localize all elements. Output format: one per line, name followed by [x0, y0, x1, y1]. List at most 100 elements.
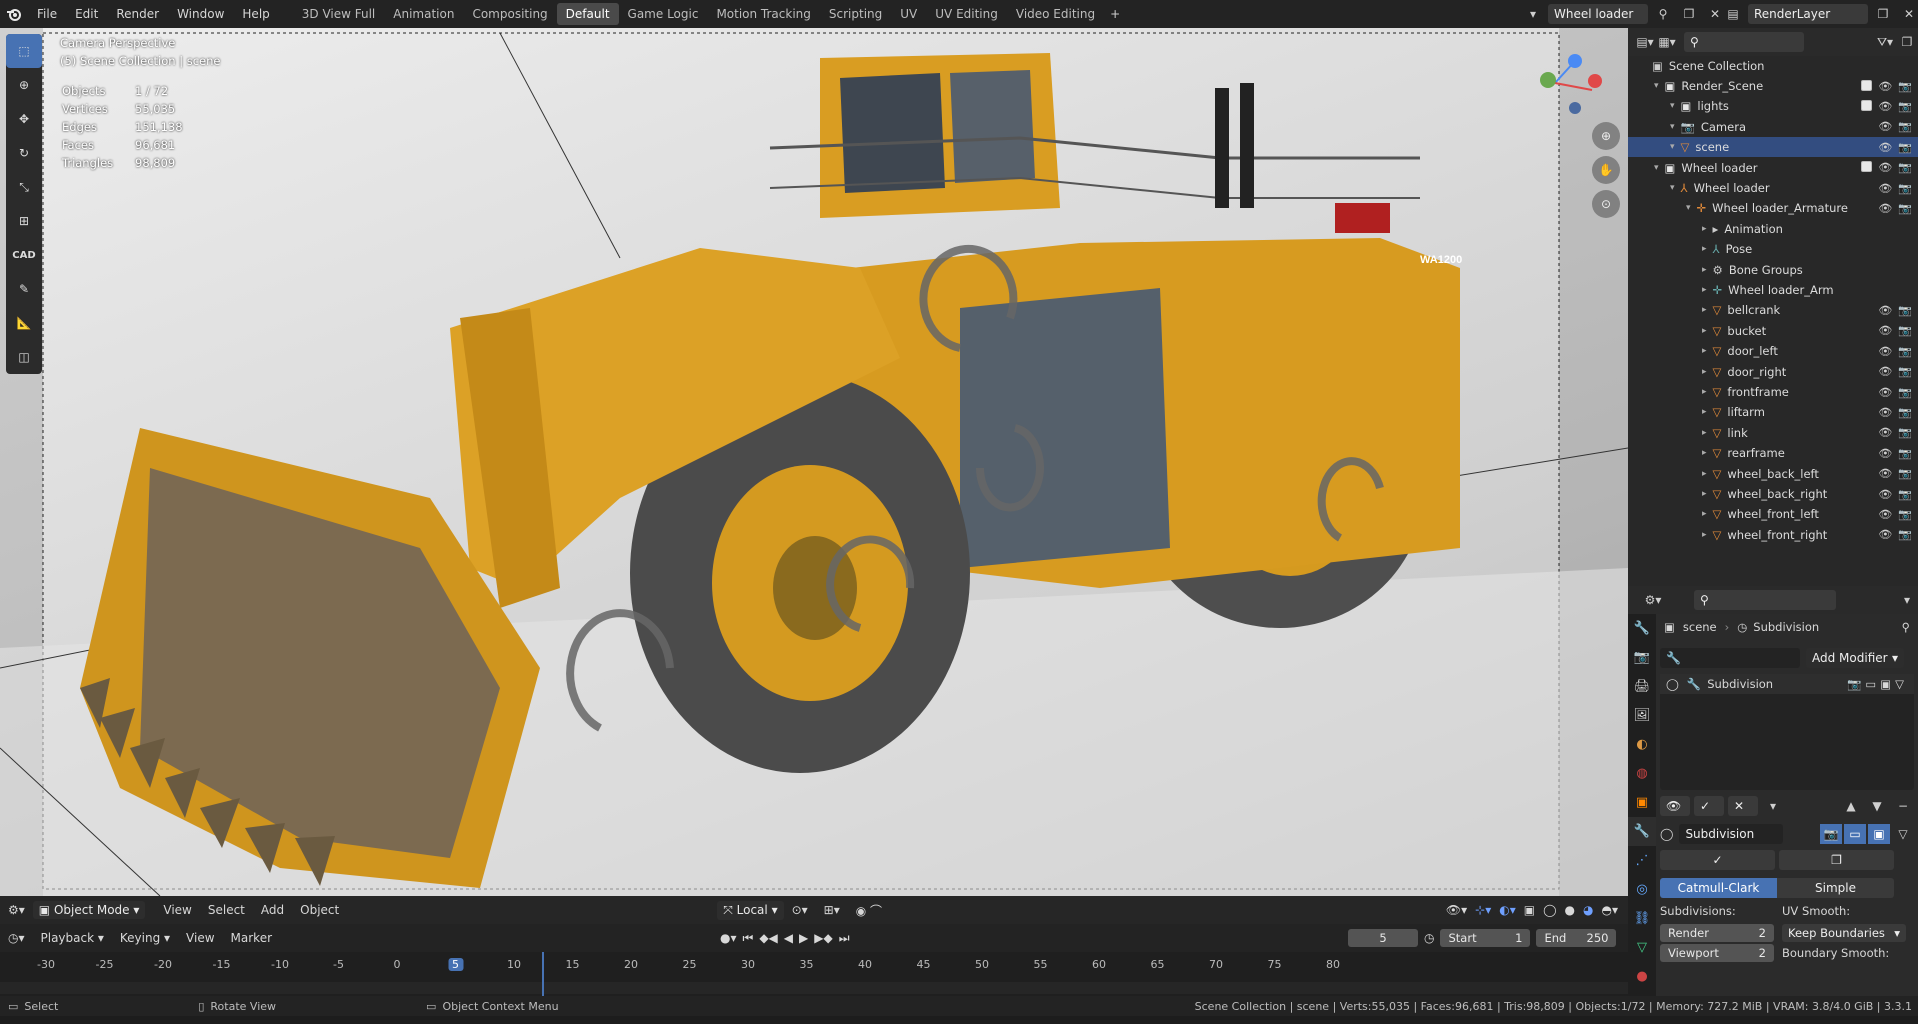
cad-tool-icon[interactable]: CAD [6, 238, 42, 272]
expand-toggle-icon[interactable]: ▾ [1686, 203, 1691, 213]
proportional-edit-icon[interactable]: ◉ ⌒ [848, 902, 890, 919]
expand-toggle-icon[interactable]: ▸ [1702, 509, 1707, 519]
expand-toggle-icon[interactable]: ▾ [1654, 81, 1659, 91]
render-toggle-icon[interactable]: 📷 [1820, 824, 1842, 844]
eye-icon[interactable]: 👁 [1878, 467, 1892, 480]
modifier-filter-input[interactable]: 🔧 [1660, 648, 1800, 668]
workspace-tab[interactable]: Motion Tracking [707, 3, 819, 25]
outliner-row[interactable]: ▸ ▽ wheel_front_right 👁 📷 [1628, 525, 1918, 545]
expand-toggle-icon[interactable]: ▸ [1702, 469, 1707, 479]
outliner-row[interactable]: ▸ ▽ rearframe 👁 📷 [1628, 443, 1918, 463]
scale-tool-icon[interactable]: ⤡ [6, 170, 42, 204]
outliner-row[interactable]: ▸ ▽ wheel_back_right 👁 📷 [1628, 484, 1918, 504]
render-camera-icon[interactable]: 📷 [1898, 120, 1912, 133]
overlay-icon[interactable]: ◐▾ [1499, 903, 1516, 917]
move-tool-icon[interactable]: ✥ [6, 102, 42, 136]
outliner-row[interactable]: ▸ ▽ door_right 👁 📷 [1628, 362, 1918, 382]
outliner-row[interactable]: ▾ ✛ Wheel loader_Armature 👁 📷 [1628, 198, 1918, 218]
3d-viewport[interactable]: WA1200 ⬚ ⊕ ✥ ↻ ⤡ ⊞ CAD ✎ 📐 ◫ Camera Pers… [0, 28, 1628, 896]
outliner-row[interactable]: ▾ ▣ Render_Scene 👁 📷 [1628, 76, 1918, 96]
eye-icon[interactable]: 👁 [1878, 488, 1892, 501]
render-camera-icon[interactable]: 📷 [1898, 488, 1912, 501]
view-layer-tab-icon[interactable]: 🖼 [1628, 701, 1656, 730]
workspace-tab[interactable]: UV [891, 3, 926, 25]
expand-toggle-icon[interactable]: ▸ [1702, 224, 1707, 234]
rendered-shading-icon[interactable]: ◓▾ [1602, 903, 1619, 917]
eye-icon[interactable]: 👁 [1878, 100, 1892, 113]
outliner-row[interactable]: ▸ ✛ Wheel loader_Arm [1628, 280, 1918, 300]
scene-collection-row[interactable]: ▣ Scene Collection [1628, 56, 1918, 76]
rotate-tool-icon[interactable]: ↻ [6, 136, 42, 170]
tool-tab-icon[interactable]: 🔧 [1628, 614, 1656, 643]
eye-icon[interactable]: 👁 [1878, 508, 1892, 521]
world-tab-icon[interactable]: ◍ [1628, 759, 1656, 788]
pan-hand-icon[interactable]: ✋ [1592, 156, 1620, 184]
timeline-editor-icon[interactable]: ◷▾ [0, 931, 33, 945]
eye-icon[interactable]: 👁 [1878, 80, 1892, 93]
menu-edit[interactable]: Edit [66, 7, 107, 21]
outliner-row[interactable]: ▸ ▽ liftarm 👁 📷 [1628, 402, 1918, 422]
viewlayer-icon[interactable]: ▤ [1722, 4, 1744, 24]
render-levels-field[interactable]: Render 2 [1660, 924, 1774, 942]
new-scene-icon[interactable]: ❐ [1678, 4, 1700, 24]
render-camera-icon[interactable]: 📷 [1898, 80, 1912, 93]
modifier-list-toggles[interactable]: 📷▭▣▽ [1847, 677, 1908, 691]
add-cube-tool-icon[interactable]: ◫ [6, 340, 42, 374]
playhead[interactable] [542, 952, 544, 1000]
new-viewlayer-icon[interactable]: ❐ [1872, 4, 1894, 24]
modifier-tab-icon[interactable]: 🔧 [1628, 817, 1656, 846]
move-down-icon[interactable]: ▼ [1866, 796, 1888, 816]
snap-icon[interactable]: ⊞▾ [816, 903, 848, 917]
outliner-row[interactable]: ▸ ▽ wheel_back_left 👁 📷 [1628, 464, 1918, 484]
expand-toggle-icon[interactable]: ▸ [1702, 367, 1707, 377]
timeline-menu-marker[interactable]: Marker [223, 931, 280, 945]
end-frame-field[interactable]: End 250 [1536, 929, 1617, 947]
chevron-down-icon[interactable]: ▾ [1762, 796, 1784, 816]
outliner-row[interactable]: ▾ ▣ Wheel loader 👁 📷 [1628, 158, 1918, 178]
mode-dropdown[interactable]: ▣ Object Mode ▾ [32, 901, 146, 919]
object-tab-icon[interactable]: ▣ [1628, 788, 1656, 817]
properties-search-input[interactable]: ⚲ [1694, 590, 1836, 610]
workspace-tab[interactable]: Scripting [820, 3, 891, 25]
transform-tool-icon[interactable]: ⊞ [6, 204, 42, 238]
eye-icon[interactable]: 👁 [1878, 161, 1892, 174]
workspace-tab[interactable]: 3D View Full [293, 3, 385, 25]
outliner-row[interactable]: ▸ ▽ wheel_front_left 👁 📷 [1628, 504, 1918, 524]
eye-icon[interactable]: 👁 [1878, 182, 1892, 195]
expand-toggle-icon[interactable]: ▸ [1702, 346, 1707, 356]
current-frame-field[interactable]: 5 [1348, 929, 1418, 947]
show-icon[interactable]: 👁 [1660, 796, 1690, 816]
physics-tab-icon[interactable]: ◎ [1628, 875, 1656, 904]
expand-toggle-icon[interactable]: ▸ [1702, 428, 1707, 438]
cage-toggle-icon[interactable]: ▽ [1892, 824, 1914, 844]
expand-toggle-icon[interactable]: ▾ [1654, 163, 1659, 173]
outliner-row[interactable]: ▾ 📷 Camera 👁 📷 [1628, 117, 1918, 137]
eye-icon[interactable]: 👁 [1878, 304, 1892, 317]
display-mode-icon[interactable]: ▦▾ [1656, 32, 1678, 52]
expand-toggle-icon[interactable]: ▸ [1702, 305, 1707, 315]
add-workspace-icon[interactable]: + [1104, 4, 1126, 24]
output-tab-icon[interactable]: 🖨 [1628, 672, 1656, 701]
expand-toggle-icon[interactable]: ▸ [1702, 326, 1707, 336]
modifier-name-field[interactable]: Subdivision [1679, 824, 1784, 844]
modifier-enable-icon[interactable]: ◯ [1660, 827, 1673, 841]
exclude-checkbox[interactable] [1861, 161, 1873, 173]
outliner-row[interactable]: ▸ ▽ door_left 👁 📷 [1628, 341, 1918, 361]
xray-icon[interactable]: ▣ [1524, 903, 1535, 917]
workspace-tab[interactable]: Game Logic [619, 3, 708, 25]
expand-toggle-icon[interactable]: ▸ [1702, 387, 1707, 397]
menu-file[interactable]: File [28, 7, 66, 21]
render-camera-icon[interactable]: 📷 [1898, 161, 1912, 174]
outliner-row[interactable]: ▸ ⚙ Bone Groups [1628, 260, 1918, 280]
render-camera-icon[interactable]: 📷 [1898, 141, 1912, 154]
eye-icon[interactable]: 👁 [1878, 141, 1892, 154]
new-collection-icon[interactable]: ❐ [1896, 32, 1918, 52]
outliner-row[interactable]: ▾ ⅄ Wheel loader 👁 📷 [1628, 178, 1918, 198]
render-camera-icon[interactable]: 📷 [1898, 447, 1912, 460]
render-camera-icon[interactable]: 📷 [1898, 182, 1912, 195]
outliner-row[interactable]: ▸ ▽ bucket 👁 📷 [1628, 321, 1918, 341]
constraints-tab-icon[interactable]: ⛓ [1628, 904, 1656, 933]
workspace-tab[interactable]: Compositing [463, 3, 556, 25]
simple-tab[interactable]: Simple [1777, 878, 1894, 898]
workspace-tab[interactable]: Video Editing [1007, 3, 1104, 25]
